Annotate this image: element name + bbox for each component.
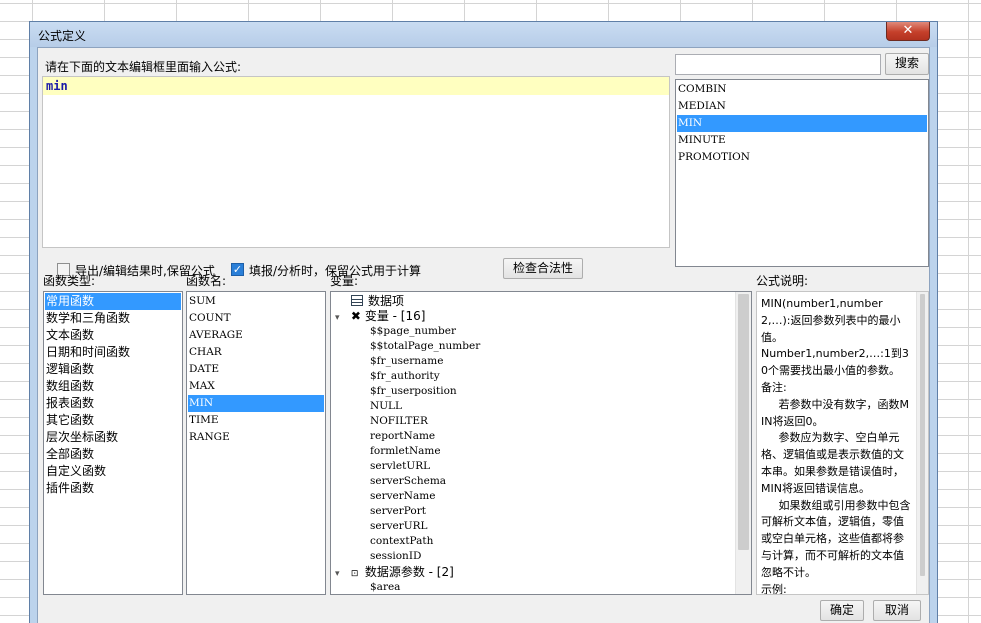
match-item[interactable]: COMBIN (677, 81, 927, 98)
function-name-item[interactable]: CHAR (188, 344, 324, 361)
datasource-group-label: 数据源参数 - [2] (364, 565, 454, 579)
variables-tree: 数据项 ▾ ✖ 变量 - [16] $$page_number $$totalPag… (330, 291, 752, 595)
function-name-item[interactable]: AVERAGE (188, 327, 324, 344)
variables-group-label: 变量 - [16] (364, 309, 426, 323)
tree-variable-item[interactable]: $$totalPage_number (370, 339, 480, 354)
tree-variable-item[interactable]: NULL (370, 399, 402, 414)
ok-button[interactable]: 确定 (820, 600, 864, 621)
editor-prompt: 请在下面的文本编辑框里面输入公式: (45, 60, 242, 74)
tree-variable-item[interactable]: servletURL (370, 459, 430, 474)
tree-variables-group[interactable]: ▾ ✖ 变量 - [16] (335, 309, 425, 324)
function-type-item[interactable]: 报表函数 (45, 395, 181, 412)
function-name-item-selected[interactable]: MIN (188, 395, 324, 412)
match-item[interactable]: MINUTE (677, 132, 927, 149)
tree-variable-item[interactable]: NOFILTER (370, 414, 428, 429)
variables-scrollbar[interactable] (735, 292, 751, 594)
keep-formula-fill-checkbox[interactable]: ✓ (231, 263, 244, 276)
data-items-label: 数据项 (368, 294, 405, 308)
match-item[interactable]: MEDIAN (677, 98, 927, 115)
tree-datasource-group[interactable]: ▾ ⊡ 数据源参数 - [2] (335, 565, 454, 580)
function-name-item[interactable]: RANGE (188, 429, 324, 446)
tree-variable-item[interactable]: serverSchema (370, 474, 446, 489)
function-type-item[interactable]: 文本函数 (45, 327, 181, 344)
close-icon: ✕ (902, 23, 914, 38)
tree-variable-item[interactable]: sessionID (370, 549, 421, 564)
function-name-item[interactable]: TIME (188, 412, 324, 429)
function-type-item[interactable]: 数组函数 (45, 378, 181, 395)
function-type-item[interactable]: 全部函数 (45, 446, 181, 463)
function-names-header: 函数名: (186, 274, 227, 288)
function-name-item[interactable]: COUNT (188, 310, 324, 327)
function-name-item[interactable]: SUM (188, 293, 324, 310)
datasource-icon: ⊡ (350, 569, 359, 579)
function-type-item[interactable]: 数学和三角函数 (45, 310, 181, 327)
description-scrollbar[interactable] (916, 292, 928, 594)
description-scroll-thumb[interactable] (920, 294, 925, 576)
tree-datasource-item[interactable]: $area (370, 580, 400, 594)
search-button[interactable]: 搜索 (885, 53, 929, 75)
formula-text: min (46, 79, 68, 93)
chevron-down-icon: ▾ (335, 569, 340, 579)
data-items-icon (351, 295, 363, 306)
description-header: 公式说明: (756, 274, 809, 288)
check-icon: ✓ (232, 263, 243, 276)
function-name-list: SUM COUNT AVERAGE CHAR DATE MAX MIN TIME… (186, 291, 326, 595)
function-type-item[interactable]: 其它函数 (45, 412, 181, 429)
function-type-item[interactable]: 层次坐标函数 (45, 429, 181, 446)
function-name-item[interactable]: DATE (188, 361, 324, 378)
formula-dialog: 公式定义 ✕ 请在下面的文本编辑框里面输入公式: min 导出/编辑结果时,保留… (29, 21, 938, 623)
match-item[interactable]: PROMOTION (677, 149, 927, 166)
variables-header: 变量: (330, 274, 359, 288)
tree-variable-item[interactable]: formletName (370, 444, 441, 459)
dialog-body: 请在下面的文本编辑框里面输入公式: min 导出/编辑结果时,保留公式 ✓ 填报… (37, 47, 930, 623)
tree-variable-item[interactable]: serverName (370, 489, 435, 504)
tree-variable-item[interactable]: contextPath (370, 534, 433, 549)
dialog-title: 公式定义 (38, 29, 87, 43)
variables-icon: ✖ (350, 309, 361, 323)
tree-variable-item[interactable]: serverPort (370, 504, 426, 519)
function-type-item[interactable]: 插件函数 (45, 480, 181, 497)
current-line-highlight (43, 77, 669, 95)
tree-variable-item[interactable]: $$page_number (370, 324, 456, 339)
function-type-item[interactable]: 逻辑函数 (45, 361, 181, 378)
variables-scroll-thumb[interactable] (738, 294, 749, 550)
cancel-button[interactable]: 取消 (873, 600, 921, 621)
chevron-down-icon: ▾ (335, 313, 340, 323)
title-bar: 公式定义 ✕ (30, 22, 937, 47)
tree-variable-item[interactable]: $fr_userposition (370, 384, 457, 399)
function-types-header: 函数类型: (43, 274, 96, 288)
function-type-item[interactable]: 自定义函数 (45, 463, 181, 480)
tree-variable-item[interactable]: reportName (370, 429, 435, 444)
formula-editor[interactable]: min (42, 76, 670, 248)
function-match-list: COMBIN MEDIAN MIN MINUTE PROMOTION (675, 79, 929, 267)
function-type-item-selected[interactable]: 常用函数 (45, 293, 181, 310)
tree-variable-item[interactable]: serverURL (370, 519, 428, 534)
function-type-item[interactable]: 日期和时间函数 (45, 344, 181, 361)
tree-variable-item[interactable]: $fr_authority (370, 369, 440, 384)
search-input[interactable] (675, 54, 881, 75)
tree-data-items[interactable]: 数据项 (351, 294, 404, 309)
close-button[interactable]: ✕ (886, 22, 930, 41)
description-text: MIN(number1,number2,…):返回参数列表中的最小值。 Numb… (761, 297, 911, 595)
check-validity-button[interactable]: 检查合法性 (503, 258, 583, 279)
function-name-item[interactable]: MAX (188, 378, 324, 395)
tree-variable-item[interactable]: $fr_username (370, 354, 443, 369)
function-type-list: 常用函数 数学和三角函数 文本函数 日期和时间函数 逻辑函数 数组函数 报表函数… (43, 291, 183, 595)
match-item-selected[interactable]: MIN (677, 115, 927, 132)
formula-description: MIN(number1,number2,…):返回参数列表中的最小值。 Numb… (756, 291, 929, 595)
